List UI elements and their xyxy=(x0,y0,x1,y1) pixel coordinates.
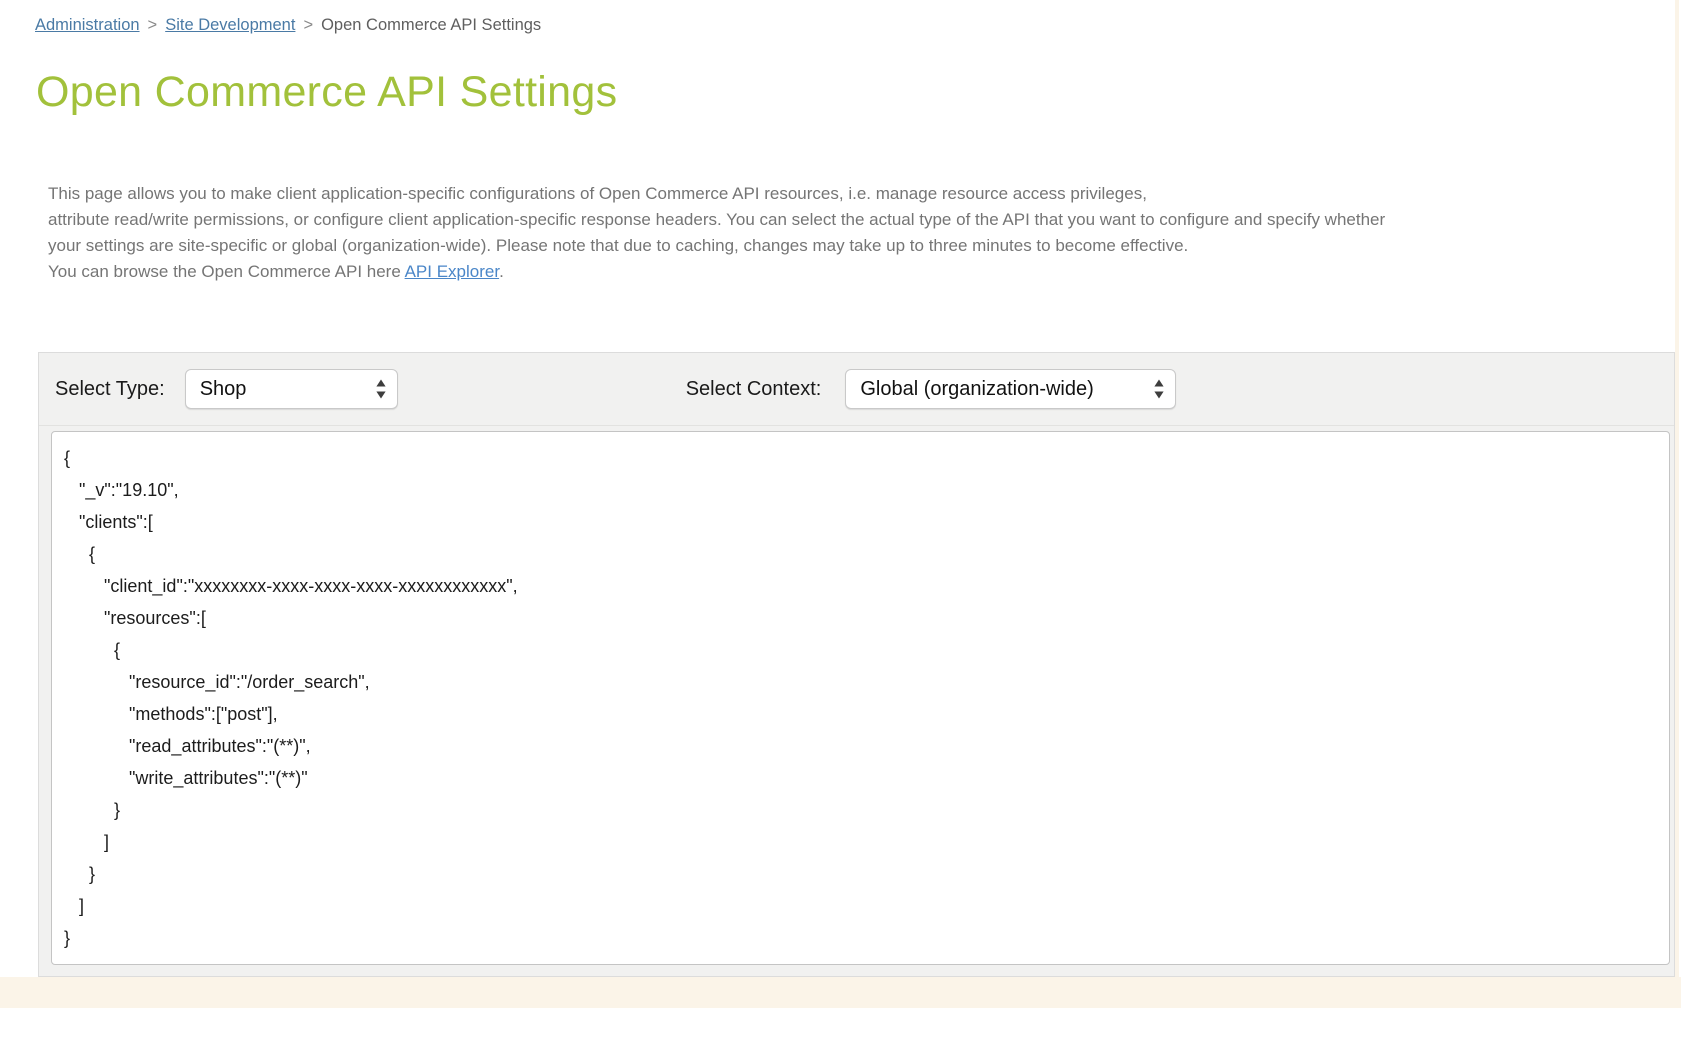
description-line-4: You can browse the Open Commerce API her… xyxy=(48,259,1385,285)
breadcrumb-link-site-development[interactable]: Site Development xyxy=(165,16,295,35)
breadcrumb-separator: > xyxy=(148,16,158,35)
ocapi-settings-panel: Select Type: Shop Select Context: Global… xyxy=(38,352,1675,977)
filter-bar: Select Type: Shop Select Context: Global… xyxy=(39,353,1674,426)
updown-arrows-icon xyxy=(1153,378,1165,400)
breadcrumb-current-page: Open Commerce API Settings xyxy=(321,16,541,35)
description-line-2: attribute read/write permissions, or con… xyxy=(48,207,1385,233)
breadcrumb-separator: > xyxy=(303,16,313,35)
select-context-dropdown[interactable]: Global (organization-wide) xyxy=(845,369,1176,409)
select-type-value: Shop xyxy=(200,378,247,401)
ocapi-settings-textarea[interactable]: { "_v":"19.10", "clients":[ { "client_id… xyxy=(51,431,1670,965)
ocapi-settings-json: { "_v":"19.10", "clients":[ { "client_id… xyxy=(52,432,1669,954)
breadcrumb: Administration > Site Development > Open… xyxy=(35,16,541,35)
updown-arrows-icon xyxy=(375,378,387,400)
api-explorer-link[interactable]: API Explorer xyxy=(405,262,500,281)
description-line-4-period: . xyxy=(499,262,504,281)
select-type-dropdown[interactable]: Shop xyxy=(185,369,398,409)
page-description: This page allows you to make client appl… xyxy=(48,181,1385,285)
select-context-value: Global (organization-wide) xyxy=(860,378,1093,401)
select-context-label: Select Context: xyxy=(686,378,822,401)
right-edge-strip xyxy=(1675,0,1679,1008)
select-type-label: Select Type: xyxy=(55,378,165,401)
description-line-3: your settings are site-specific or globa… xyxy=(48,233,1385,259)
description-line-1: This page allows you to make client appl… xyxy=(48,181,1385,207)
description-line-4-text: You can browse the Open Commerce API her… xyxy=(48,262,405,281)
breadcrumb-link-administration[interactable]: Administration xyxy=(35,16,140,35)
bottom-edge-bar xyxy=(0,977,1681,1008)
page-title: Open Commerce API Settings xyxy=(36,68,617,117)
